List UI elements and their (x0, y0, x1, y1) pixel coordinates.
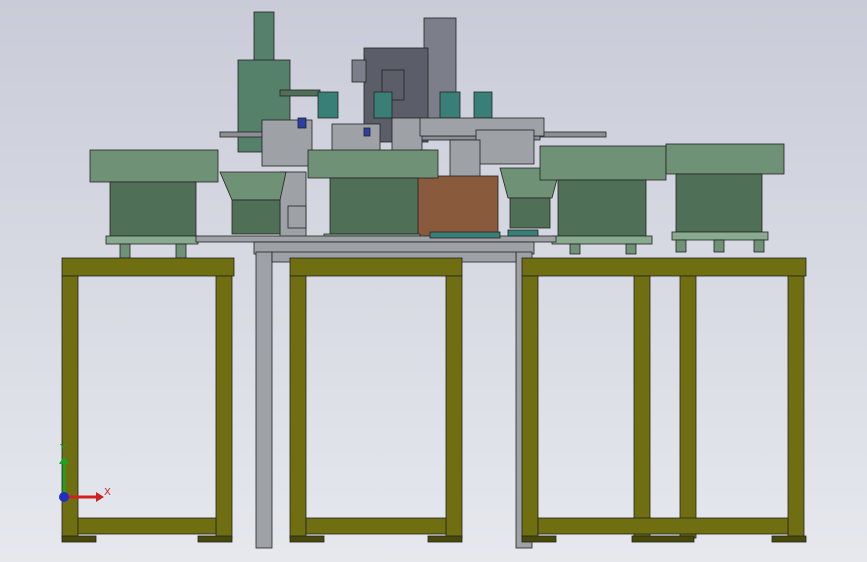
cad-part (373, 91, 393, 119)
cad-part (509, 197, 551, 229)
cad-part (439, 91, 461, 119)
cad-part (537, 517, 789, 535)
cad-part (473, 91, 493, 119)
cad-part (391, 117, 423, 153)
cad-part (119, 243, 131, 259)
cad-part (771, 535, 807, 543)
cad-part (289, 257, 463, 277)
cad-part (415, 175, 499, 239)
cad-part (77, 517, 217, 535)
cad-part (557, 179, 647, 237)
cad-part (89, 149, 219, 183)
cad-part (105, 235, 199, 245)
cad-part (305, 517, 447, 535)
cad-part (507, 229, 539, 237)
cad-part (521, 275, 539, 539)
cad-part (427, 535, 463, 543)
cad-part (197, 535, 233, 543)
cad-part (675, 239, 687, 253)
cad-part (253, 11, 275, 63)
cad-part (675, 173, 763, 233)
cad-part (219, 171, 287, 201)
cad-part (625, 243, 637, 255)
cad-part (109, 181, 197, 237)
cad-part (521, 535, 557, 543)
cad-part (539, 145, 667, 181)
cad-part (331, 123, 381, 153)
cad-part (287, 205, 307, 229)
cad-part (475, 129, 535, 165)
cad-part (297, 117, 307, 129)
cad-part (521, 257, 807, 277)
cad-part (255, 251, 273, 549)
cad-part (429, 231, 501, 239)
cad-part (307, 149, 439, 179)
cad-part (317, 91, 339, 119)
cad-part (289, 535, 325, 543)
cad-part (175, 243, 187, 259)
z-axis-dot-icon (59, 492, 69, 502)
cad-part (195, 235, 557, 243)
cad-part (351, 59, 367, 83)
cad-part (539, 131, 607, 138)
cad-part (445, 275, 463, 539)
cad-part (631, 535, 695, 543)
cad-part (679, 275, 697, 539)
cad-viewport[interactable]: X Y (0, 0, 867, 562)
cad-part (215, 275, 233, 539)
cad-part (61, 257, 235, 277)
cad-part (61, 535, 97, 543)
cad-part (329, 177, 419, 235)
machine-assembly-drawing (0, 0, 867, 562)
cad-part (713, 239, 725, 253)
cad-part (363, 127, 371, 137)
cad-part (231, 199, 281, 235)
cad-part (753, 239, 765, 253)
cad-part (671, 231, 769, 241)
cad-part (279, 89, 321, 97)
y-axis-label: Y (60, 443, 67, 454)
x-axis-label: X (104, 487, 111, 498)
cad-part (551, 235, 653, 245)
cad-part (569, 243, 581, 255)
cad-part (665, 143, 785, 175)
cad-part (633, 275, 651, 539)
cad-part (787, 275, 805, 539)
cad-part (289, 275, 307, 539)
